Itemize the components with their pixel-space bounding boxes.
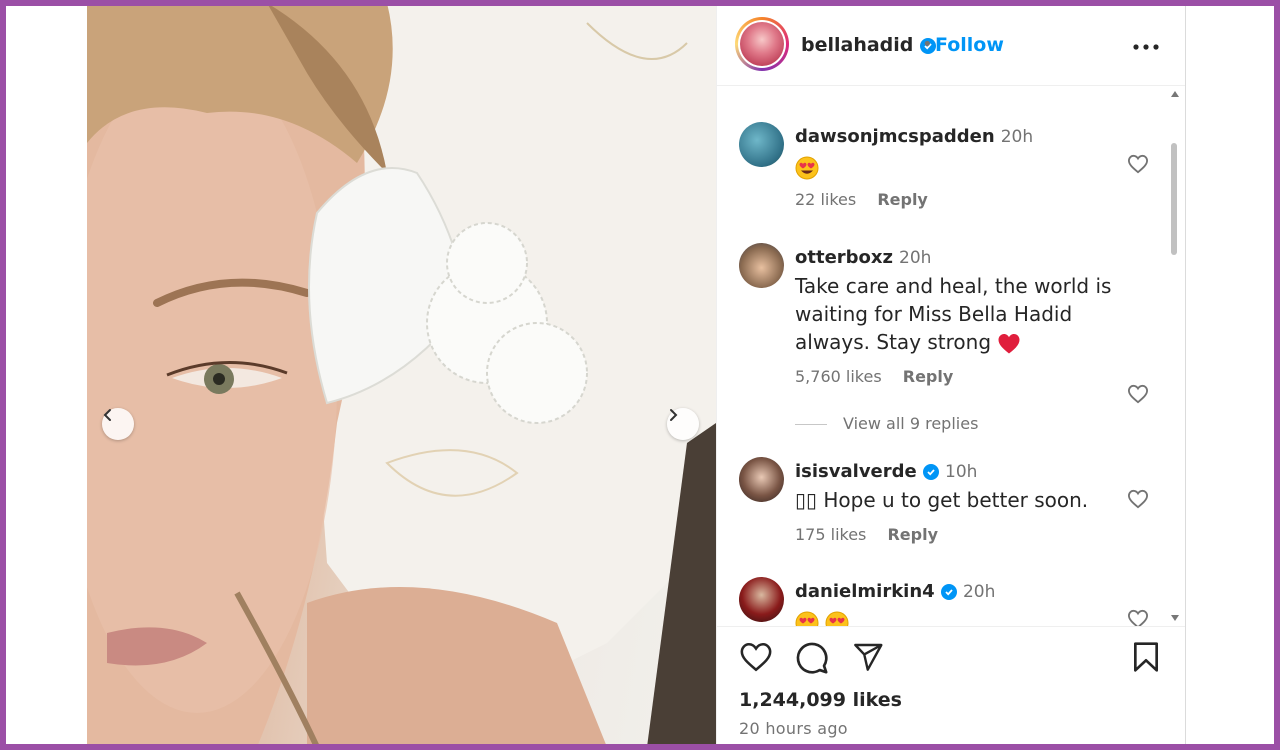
post-actions-bar: 1,244,099 likes 20 hours ago: [717, 626, 1185, 748]
comment-like-button[interactable]: [1127, 384, 1149, 408]
photo-illustration: [87, 3, 716, 747]
comment-text: Take care and heal, the world is waiting…: [795, 274, 1112, 354]
comment-username: otterboxz 20h: [795, 247, 932, 268]
previous-photo-button[interactable]: [102, 408, 134, 440]
paper-plane-icon: [854, 643, 883, 671]
next-photo-button[interactable]: [667, 408, 699, 440]
comment-username: danielmirkin4 20h: [795, 581, 996, 602]
post-timestamp[interactable]: 20 hours ago: [739, 719, 848, 738]
reply-button[interactable]: Reply: [887, 525, 938, 544]
comment-text: ▯▯ Hope u to get better soon.: [795, 488, 1089, 512]
heart-eyes-emoji-icon: [795, 611, 819, 626]
heart-outline-icon: [1127, 384, 1149, 404]
more-options-icon[interactable]: [1133, 35, 1159, 54]
view-replies-button[interactable]: View all 9 replies: [795, 414, 978, 433]
comment-like-button[interactable]: [1127, 609, 1149, 626]
author-avatar[interactable]: [735, 17, 789, 71]
comment-text: [795, 152, 1115, 180]
comment-post-button[interactable]: [795, 641, 829, 679]
commenter-avatar[interactable]: [739, 577, 784, 622]
comment-likes[interactable]: 175 likes: [795, 525, 866, 544]
save-post-button[interactable]: [1131, 641, 1161, 677]
like-post-button[interactable]: [739, 641, 773, 677]
reply-button[interactable]: Reply: [877, 190, 928, 209]
commenter-avatar[interactable]: [739, 243, 784, 288]
bookmark-icon: [1134, 642, 1158, 672]
comment-like-button[interactable]: [1127, 154, 1149, 178]
author-username-text[interactable]: bellahadid: [801, 34, 913, 56]
comment-username: isisvalverde 10h: [795, 461, 978, 482]
comment-text: [795, 607, 1115, 626]
post-side-panel: bellahadid • Follow dawsonjmcspadden20h: [716, 3, 1186, 747]
heart-outline-icon: [1127, 609, 1149, 626]
comment-likes[interactable]: 5,760 likes: [795, 367, 882, 386]
commenter-avatar[interactable]: [739, 122, 784, 167]
header-separator: •: [922, 34, 933, 55]
comment-username: dawsonjmcspadden 20h: [795, 126, 1034, 147]
replies-divider: [795, 424, 827, 425]
chevron-left-icon: [103, 409, 111, 421]
red-heart-emoji-icon: [998, 333, 1020, 353]
comment-bubble-icon: [796, 642, 828, 674]
comment-like-button[interactable]: [1127, 489, 1149, 513]
comment-meta: 22 likes Reply: [795, 190, 944, 209]
follow-button[interactable]: Follow: [935, 34, 1004, 56]
comment-likes[interactable]: 22 likes: [795, 190, 856, 209]
share-post-button[interactable]: [851, 641, 885, 677]
heart-icon: [740, 642, 772, 672]
post-header: bellahadid • Follow: [717, 3, 1185, 86]
chevron-right-icon: [670, 409, 678, 421]
heart-eyes-emoji-icon: [825, 611, 849, 626]
verified-badge-icon: [940, 584, 957, 600]
heart-eyes-emoji-icon: [795, 156, 819, 179]
commenter-avatar[interactable]: [739, 457, 784, 502]
reply-button[interactable]: Reply: [903, 367, 954, 386]
post-photo[interactable]: [87, 3, 716, 747]
comments-list: dawsonjmcspadden 20h 22 likes Reply otte…: [717, 86, 1185, 626]
comment-meta: 175 likes Reply: [795, 525, 954, 544]
heart-outline-icon: [1127, 489, 1149, 509]
post-likes-count[interactable]: 1,244,099 likes: [739, 689, 902, 711]
author-username[interactable]: bellahadid: [801, 34, 937, 56]
comment-meta: 5,760 likes Reply: [795, 367, 969, 386]
heart-outline-icon: [1127, 154, 1149, 174]
verified-badge-icon: [923, 464, 940, 480]
